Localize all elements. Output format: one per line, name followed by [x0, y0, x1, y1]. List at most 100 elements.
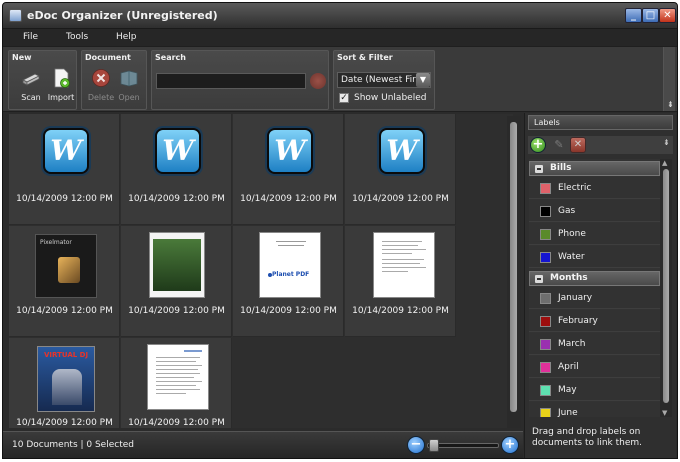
document-tile[interactable]: VIRTUAL DJ 10/14/2009 12:00 PM	[9, 338, 120, 428]
label-name: May	[558, 385, 577, 395]
label-name: June	[558, 408, 578, 417]
document-tile[interactable]: Planet PDF 10/14/2009 12:00 PM	[233, 226, 344, 337]
clear-search-icon[interactable]	[310, 73, 326, 89]
label-color-swatch	[540, 362, 551, 373]
label-item-april[interactable]: April	[529, 356, 660, 378]
document-date: 10/14/2009 12:00 PM	[352, 306, 449, 316]
label-item-water[interactable]: Water	[529, 246, 660, 268]
group-search: Search	[151, 50, 329, 110]
label-name: Phone	[558, 229, 586, 239]
document-tile[interactable]: 10/14/2009 12:00 PM	[121, 226, 232, 337]
ribbon-grip[interactable]: ⇟	[663, 47, 675, 111]
word-doc-icon: W	[43, 128, 89, 174]
label-color-swatch	[540, 385, 551, 396]
document-date: 10/14/2009 12:00 PM	[352, 194, 449, 204]
document-thumbnail: Pixelmator	[35, 234, 97, 298]
delete-label-button[interactable]: ✕	[570, 137, 586, 153]
label-item-january[interactable]: January	[529, 287, 660, 309]
magazine-page: VIRTUAL DJ	[37, 346, 95, 412]
app-icon	[9, 9, 22, 22]
documents-scrollbar[interactable]	[507, 116, 521, 428]
document-tile[interactable]: W 10/14/2009 12:00 PM	[9, 114, 120, 225]
zoom-in-button[interactable]: +	[501, 436, 519, 454]
scrollbar-thumb[interactable]	[663, 169, 669, 403]
group-document: Document Delete Open	[81, 50, 147, 110]
document-tile[interactable]: W 10/14/2009 12:00 PM	[233, 114, 344, 225]
document-date: 10/14/2009 12:00 PM	[240, 306, 337, 316]
category-header-months[interactable]: Months	[529, 271, 660, 286]
label-name: Electric	[558, 183, 592, 193]
search-input[interactable]	[156, 73, 306, 89]
document-thumbnail: VIRTUAL DJ	[37, 346, 95, 414]
collapse-icon[interactable]	[535, 165, 543, 173]
minimize-button[interactable]: _	[625, 8, 642, 23]
menu-file[interactable]: File	[23, 32, 38, 42]
document-tile[interactable]: 10/14/2009 12:00 PM	[121, 338, 232, 428]
word-doc-icon: W	[267, 128, 313, 174]
scroll-up-icon[interactable]: ▲	[662, 159, 667, 167]
document-date: 10/14/2009 12:00 PM	[128, 418, 225, 428]
zoom-out-button[interactable]: −	[407, 436, 425, 454]
show-unlabeled-checkbox[interactable]: ✓	[339, 93, 349, 103]
text-page	[147, 344, 209, 410]
category-name: Months	[550, 273, 588, 283]
label-item-march[interactable]: March	[529, 333, 660, 355]
grip-icon[interactable]: ⇟	[663, 138, 670, 147]
document-date: 10/14/2009 12:00 PM	[128, 194, 225, 204]
document-tile[interactable]: W 10/14/2009 12:00 PM	[121, 114, 232, 225]
label-name: April	[558, 362, 579, 372]
planet-pdf-title: Planet PDF	[272, 271, 310, 278]
ribbon: New Scan Import Document Delete Open Sea…	[3, 46, 677, 112]
menu-tools[interactable]: Tools	[66, 32, 88, 42]
label-item-may[interactable]: May	[529, 379, 660, 401]
category-header-bills[interactable]: Bills	[529, 161, 660, 176]
document-thumbnail: W	[39, 124, 91, 182]
document-thumbnail	[373, 232, 435, 300]
show-unlabeled-label: Show Unlabeled	[354, 93, 427, 103]
document-thumbnail: W	[151, 124, 203, 182]
text-page	[373, 232, 435, 298]
document-thumbnail: W	[375, 124, 427, 182]
photo-page	[149, 232, 205, 298]
menu-help[interactable]: Help	[116, 32, 137, 42]
document-date: 10/14/2009 12:00 PM	[128, 306, 225, 316]
labels-scrollbar[interactable]: ▲ ▼	[660, 159, 672, 417]
magazine-title: VIRTUAL DJ	[44, 351, 89, 359]
label-name: February	[558, 316, 598, 326]
scrollbar-thumb[interactable]	[510, 122, 517, 412]
edit-label-icon[interactable]: ✎	[552, 138, 566, 152]
collapse-icon[interactable]	[535, 275, 543, 283]
import-icon	[54, 68, 70, 88]
label-color-swatch	[540, 229, 551, 240]
word-doc-icon: W	[379, 128, 425, 174]
document-tile[interactable]: Pixelmator 10/14/2009 12:00 PM	[9, 226, 120, 337]
chevron-down-icon[interactable]: ▼	[416, 73, 430, 87]
grip-icon: ⇟	[667, 100, 674, 109]
label-name: March	[558, 339, 586, 349]
add-label-button[interactable]: +	[530, 137, 546, 153]
label-item-june[interactable]: June	[529, 402, 660, 417]
delete-button[interactable]: Delete	[87, 68, 115, 108]
zoom-slider-handle[interactable]	[429, 439, 439, 452]
label-color-swatch	[540, 206, 551, 217]
label-item-gas[interactable]: Gas	[529, 200, 660, 222]
open-button[interactable]: Open	[115, 68, 143, 108]
label-name: Water	[558, 252, 585, 262]
document-tile[interactable]: W 10/14/2009 12:00 PM	[345, 114, 456, 225]
labels-toolbar: + ✎ ✕ ⇟	[528, 136, 673, 154]
close-button[interactable]: ✕	[659, 8, 676, 23]
title-bar[interactable]: eDoc Organizer (Unregistered) _ □ ✕	[3, 3, 677, 29]
document-date: 10/14/2009 12:00 PM	[16, 418, 113, 428]
scan-button[interactable]: Scan	[17, 68, 45, 108]
import-button[interactable]: Import	[47, 68, 75, 108]
label-color-swatch	[540, 293, 551, 304]
maximize-button[interactable]: □	[642, 8, 659, 23]
pixelmator-page: Pixelmator	[35, 234, 97, 298]
label-item-electric[interactable]: Electric	[529, 177, 660, 199]
scanner-icon	[22, 73, 40, 86]
label-item-february[interactable]: February	[529, 310, 660, 332]
document-tile[interactable]: 10/14/2009 12:00 PM	[345, 226, 456, 337]
labels-list: Bills Electric Gas Phone Water Months Ja…	[529, 159, 660, 417]
scroll-down-icon[interactable]: ▼	[662, 409, 667, 417]
label-item-phone[interactable]: Phone	[529, 223, 660, 245]
